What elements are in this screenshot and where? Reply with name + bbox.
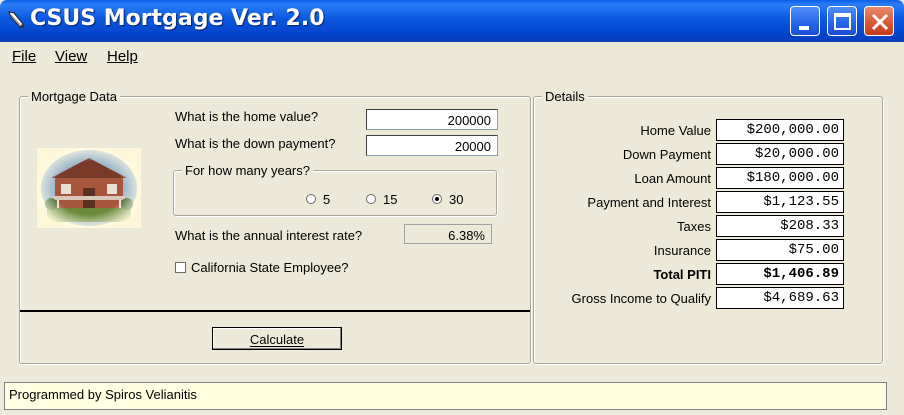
detail-value-taxes: $208.33 bbox=[716, 215, 844, 237]
home-value-label: What is the home value? bbox=[175, 109, 319, 124]
employee-checkbox[interactable]: California State Employee? bbox=[175, 260, 355, 276]
employee-checkbox-label: California State Employee? bbox=[191, 260, 349, 275]
pencil-icon bbox=[8, 11, 25, 28]
detail-value-payment-interest: $1,123.55 bbox=[716, 191, 844, 213]
menu-file[interactable]: File bbox=[12, 48, 36, 65]
minimize-icon bbox=[799, 26, 809, 30]
detail-value-home-value: $200,000.00 bbox=[716, 119, 844, 141]
detail-value-loan-amount: $180,000.00 bbox=[716, 167, 844, 189]
details-legend: Details bbox=[542, 89, 588, 104]
minimize-button[interactable] bbox=[790, 6, 820, 36]
detail-label-insurance: Insurance bbox=[653, 243, 711, 258]
calculate-button[interactable]: Calculate bbox=[212, 327, 342, 350]
years-option-30-label: 30 bbox=[449, 192, 464, 207]
employee-checkbox-box[interactable] bbox=[175, 262, 186, 273]
detail-value-gross-income: $4,689.63 bbox=[716, 287, 844, 309]
mortgage-data-legend: Mortgage Data bbox=[28, 89, 120, 104]
close-button[interactable] bbox=[864, 6, 894, 36]
interest-rate-value: 6.38% bbox=[404, 224, 492, 244]
years-option-15-label: 15 bbox=[383, 192, 398, 207]
menu-help-label: Help bbox=[107, 48, 138, 65]
down-payment-input[interactable]: 20000 bbox=[366, 135, 498, 156]
maximize-button[interactable] bbox=[827, 6, 857, 36]
years-option-5[interactable]: 5 bbox=[306, 192, 336, 207]
separator-line bbox=[20, 310, 530, 312]
radio-5[interactable] bbox=[306, 194, 316, 204]
details-labels: Home Value Down Payment Loan Amount Paym… bbox=[540, 118, 711, 310]
menu-file-label: File bbox=[12, 48, 37, 65]
detail-label-taxes: Taxes bbox=[677, 219, 711, 234]
detail-label-loan-amount: Loan Amount bbox=[634, 171, 711, 186]
down-payment-label: What is the down payment? bbox=[175, 136, 336, 151]
detail-value-down-payment: $20,000.00 bbox=[716, 143, 844, 165]
years-option-5-label: 5 bbox=[323, 192, 331, 207]
radio-15[interactable] bbox=[366, 194, 376, 204]
house-photo bbox=[37, 148, 141, 228]
interest-rate-label: What is the annual interest rate? bbox=[175, 228, 363, 243]
years-option-30[interactable]: 30 bbox=[432, 192, 468, 207]
radio-30[interactable] bbox=[432, 194, 442, 204]
status-text: Programmed by Spiros Velianitis bbox=[9, 387, 197, 402]
detail-value-insurance: $75.00 bbox=[716, 239, 844, 261]
menu-view[interactable]: View bbox=[55, 48, 87, 65]
detail-label-gross-income: Gross Income to Qualify bbox=[571, 291, 711, 306]
detail-label-payment-interest: Payment and Interest bbox=[587, 195, 711, 210]
years-legend: For how many years? bbox=[182, 163, 313, 178]
detail-value-total-piti: $1,406.89 bbox=[716, 263, 844, 285]
home-value-input[interactable]: 200000 bbox=[366, 109, 498, 130]
detail-label-home-value: Home Value bbox=[640, 123, 711, 138]
maximize-icon bbox=[834, 13, 851, 30]
title-bar[interactable]: CSUS Mortgage Ver. 2.0 bbox=[0, 0, 904, 42]
detail-label-total-piti: Total PITI bbox=[653, 267, 711, 282]
menu-bar: File View Help bbox=[0, 43, 904, 70]
menu-view-label: View bbox=[55, 48, 88, 65]
detail-label-down-payment: Down Payment bbox=[622, 147, 711, 162]
close-icon bbox=[871, 13, 889, 31]
menu-help[interactable]: Help bbox=[107, 48, 138, 65]
window-title: CSUS Mortgage Ver. 2.0 bbox=[30, 6, 325, 31]
years-option-15[interactable]: 15 bbox=[366, 192, 402, 207]
status-bar: Programmed by Spiros Velianitis bbox=[4, 382, 887, 410]
